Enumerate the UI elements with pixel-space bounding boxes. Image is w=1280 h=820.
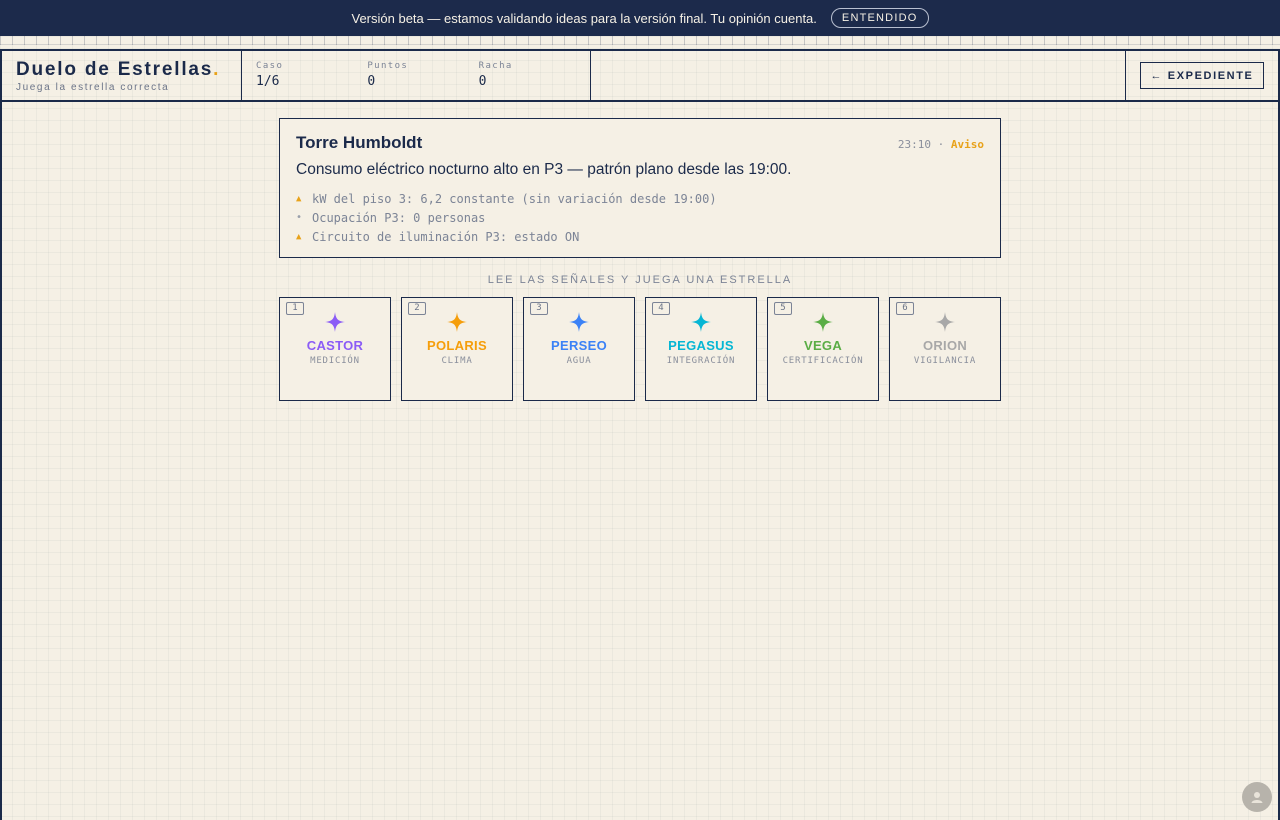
header-spacer xyxy=(591,51,1126,100)
header-actions: ← EXPEDIENTE xyxy=(1126,51,1278,100)
case-time: 23:10 xyxy=(897,138,931,151)
beta-banner: Versión beta — estamos validando ideas p… xyxy=(0,0,1280,36)
game-header: Duelo de Estrellas. Juega la estrella co… xyxy=(2,51,1278,102)
card-number: 3 xyxy=(530,302,548,315)
star-card-orion[interactable]: 6 ORION VIGILANCIA xyxy=(889,297,1001,401)
warning-triangle-icon: ▲ xyxy=(296,193,302,204)
stat-label: Caso xyxy=(256,61,284,71)
star-icon xyxy=(890,312,1000,334)
card-number: 5 xyxy=(774,302,792,315)
card-name: VEGA xyxy=(803,338,843,353)
star-card-polaris[interactable]: 2 POLARIS CLIMA xyxy=(401,297,513,401)
signal-text: Circuito de iluminación P3: estado ON xyxy=(312,229,580,244)
stat-label: Puntos xyxy=(367,61,409,71)
back-to-expediente-button[interactable]: ← EXPEDIENTE xyxy=(1140,62,1264,89)
star-icon xyxy=(524,312,634,334)
stats-panel: Caso 1/6 Puntos 0 Racha 0 xyxy=(242,51,591,100)
case-card-header: Torre Humboldt 23:10 · Aviso xyxy=(296,133,984,153)
signal-text: kW del piso 3: 6,2 constante (sin variac… xyxy=(312,191,717,206)
card-name: ORION xyxy=(922,338,968,353)
case-meta: 23:10 · Aviso xyxy=(898,138,984,151)
card-name: CASTOR xyxy=(306,338,364,353)
card-number: 2 xyxy=(408,302,426,315)
title-accent-dot: . xyxy=(213,59,221,80)
card-category: VIGILANCIA xyxy=(913,356,977,366)
stat-value: 0 xyxy=(367,74,376,89)
star-card-row: 1 CASTOR MEDICIÓN 2 POLARIS CLIMA 3 PERS… xyxy=(279,297,1001,401)
stat-value: 1/6 xyxy=(256,74,280,89)
card-number: 4 xyxy=(652,302,670,315)
card-name: PEGASUS xyxy=(668,338,734,353)
stat-case: Caso 1/6 xyxy=(256,51,367,100)
star-card-castor[interactable]: 1 CASTOR MEDICIÓN xyxy=(279,297,391,401)
signal-text: Ocupación P3: 0 personas xyxy=(312,210,486,225)
signal-list: ▲ kW del piso 3: 6,2 constante (sin vari… xyxy=(296,189,984,246)
card-name: POLARIS xyxy=(427,338,487,353)
star-icon xyxy=(768,312,878,334)
star-icon xyxy=(280,312,390,334)
case-card: Torre Humboldt 23:10 · Aviso Consumo elé… xyxy=(279,118,1001,258)
stat-value: 0 xyxy=(478,74,487,89)
instruction-text: LEE LAS SEÑALES Y JUEGA UNA ESTRELLA xyxy=(487,274,793,286)
stat-streak: Racha 0 xyxy=(479,51,590,100)
card-category: MEDICIÓN xyxy=(310,356,360,366)
signal-item: ▲ Circuito de iluminación P3: estado ON xyxy=(296,227,984,246)
meta-separator: · xyxy=(937,138,945,151)
avatar[interactable] xyxy=(1242,782,1272,812)
card-category: INTEGRACIÓN xyxy=(666,356,736,366)
decorative-stripe xyxy=(0,36,1280,45)
user-icon xyxy=(1251,792,1263,803)
neutral-dot-icon: • xyxy=(296,212,303,223)
star-card-perseo[interactable]: 3 PERSEO AGUA xyxy=(523,297,635,401)
card-category: CERTIFICACIÓN xyxy=(782,356,864,366)
star-card-vega[interactable]: 5 VEGA CERTIFICACIÓN xyxy=(767,297,879,401)
game-title: Duelo de Estrellas. xyxy=(16,59,221,80)
card-name: PERSEO xyxy=(551,338,607,353)
star-icon xyxy=(402,312,512,334)
stat-label: Racha xyxy=(478,61,513,71)
warning-triangle-icon: ▲ xyxy=(296,231,302,242)
star-icon xyxy=(646,312,756,334)
beta-banner-message: Versión beta — estamos validando ideas p… xyxy=(351,10,817,26)
dismiss-banner-button[interactable]: ENTENDIDO xyxy=(830,8,929,28)
card-number: 6 xyxy=(896,302,914,315)
case-level-badge: Aviso xyxy=(950,138,984,151)
case-title: Torre Humboldt xyxy=(296,133,423,152)
signal-item: • Ocupación P3: 0 personas xyxy=(296,208,984,227)
star-card-pegasus[interactable]: 4 PEGASUS INTEGRACIÓN xyxy=(645,297,757,401)
game-subtitle: Juega la estrella correcta xyxy=(16,82,170,93)
card-number: 1 xyxy=(286,302,304,315)
signal-item: ▲ kW del piso 3: 6,2 constante (sin vari… xyxy=(296,189,984,208)
card-category: AGUA xyxy=(566,356,592,366)
stat-points: Puntos 0 xyxy=(367,51,478,100)
brand: Duelo de Estrellas. Juega la estrella co… xyxy=(2,51,242,100)
case-headline: Consumo eléctrico nocturno alto en P3 — … xyxy=(296,161,792,178)
card-category: CLIMA xyxy=(441,356,473,366)
